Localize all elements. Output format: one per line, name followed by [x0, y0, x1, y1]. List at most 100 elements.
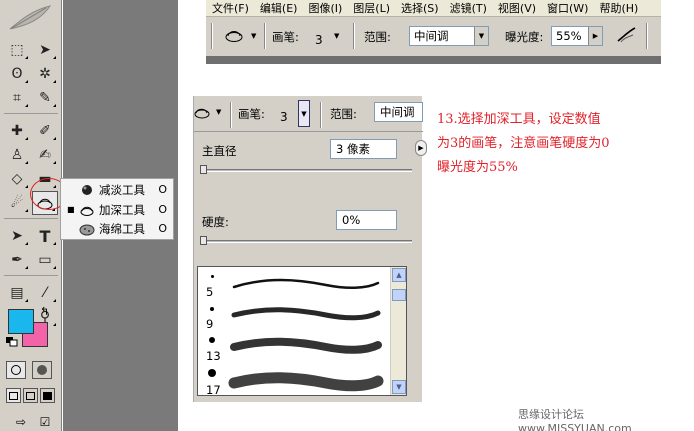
tool-preset-dropdown-icon[interactable]: ▼ [251, 32, 256, 40]
blur-tool-icon[interactable]: ☄ [4, 191, 30, 215]
hardness-slider-thumb[interactable] [200, 236, 207, 245]
menu-view[interactable]: 视图(V) [498, 0, 536, 16]
default-colors-icon[interactable] [6, 337, 18, 347]
scroll-thumb[interactable] [392, 289, 406, 301]
lasso-tool-icon[interactable]: ʘ [4, 62, 30, 86]
exposure-slider-button[interactable]: ▶ [588, 27, 602, 45]
path-selection-tool-icon[interactable]: ➤ [4, 224, 30, 248]
brush-tip-dot [211, 275, 214, 278]
pen-tool-icon[interactable]: ✒ [4, 248, 30, 272]
options-grip [211, 23, 213, 49]
magic-wand-tool-icon[interactable]: ✲ [32, 62, 58, 86]
brush-size-value: 3 [315, 33, 323, 47]
options-divider [230, 102, 232, 128]
annotation-line: 曝光度为55% [437, 160, 518, 175]
menu-layer[interactable]: 图层(L) [353, 0, 390, 16]
brush-tip-dot [208, 369, 216, 377]
hardness-slider-track[interactable] [202, 240, 412, 243]
range-dropdown-button[interactable]: ▼ [474, 27, 488, 45]
menu-edit[interactable]: 编辑(E) [260, 0, 298, 16]
tool-preset-burn-icon[interactable] [224, 27, 246, 43]
flyout-shortcut: O [158, 203, 167, 216]
brush-preset-row[interactable]: 5 [198, 269, 389, 301]
crop-tool-icon[interactable]: ⌗ [4, 86, 30, 110]
brush-picker-dropdown-button[interactable]: ▼ [298, 100, 310, 127]
menu-help[interactable]: 帮助(H) [599, 0, 638, 16]
flyout-item-burn[interactable]: ■ 加深工具 O [61, 200, 173, 219]
foreground-color-swatch[interactable] [8, 309, 34, 334]
brush-size-label: 17 [206, 383, 221, 396]
screen-mode-full-button[interactable] [40, 388, 55, 403]
eraser-tool-icon[interactable]: ◇ [4, 167, 30, 191]
diameter-slider-thumb[interactable] [200, 165, 207, 174]
menu-filter[interactable]: 滤镜(T) [450, 0, 487, 16]
brush-preset-list: 5 9 13 17 ▲ ▼ [197, 266, 407, 396]
hardness-field[interactable]: 0% [336, 210, 397, 230]
quick-mask-icon [37, 365, 47, 375]
master-diameter-field[interactable]: 3 像素 [330, 139, 397, 159]
diameter-slider-track[interactable] [202, 169, 412, 172]
brush-picker-dropdown-icon[interactable]: ▼ [334, 32, 339, 40]
burn-tool-icon [80, 206, 94, 216]
tool-options-bar: ▼ 画笔: 3 ▼ 范围: 中间调 ▼ 曝光度: 55% ▶ [206, 17, 661, 56]
master-diameter-value: 3 像素 [336, 142, 370, 156]
range-select[interactable]: 中间调 [374, 102, 423, 122]
flyout-shortcut: O [158, 183, 167, 196]
annotation-line: 13.选择加深工具，设定数值 [437, 112, 601, 127]
chevron-up-icon: ▲ [396, 271, 402, 279]
brush-list-scrollbar[interactable]: ▲ ▼ [390, 267, 406, 395]
triangle-right-icon: ▶ [418, 144, 424, 152]
jump-to-imageready-button[interactable]: ⇨ [10, 414, 32, 430]
selected-bullet-icon: ■ [67, 205, 75, 214]
scroll-down-button[interactable]: ▼ [392, 380, 406, 394]
healing-brush-tool-icon[interactable]: ✚ [4, 119, 30, 143]
flyout-item-label: 海绵工具 [99, 221, 145, 236]
notes-tool-icon[interactable]: ▤ [4, 281, 30, 305]
flyout-item-sponge[interactable]: 海绵工具 O [61, 219, 173, 238]
menu-select[interactable]: 选择(S) [401, 0, 439, 16]
chevron-down-icon: ▼ [396, 383, 402, 391]
range-select-value: 中间调 [380, 105, 415, 119]
options-divider [264, 23, 266, 49]
screen-mode-menu-button[interactable] [23, 388, 38, 403]
edit-in-imageready-button[interactable]: ☑ [36, 414, 54, 430]
airbrush-icon[interactable] [615, 25, 639, 45]
shape-tool-icon[interactable]: ▭ [32, 248, 58, 272]
standard-mode-button[interactable] [6, 361, 26, 379]
range-select[interactable]: 中间调 ▼ [409, 26, 489, 46]
brush-stroke-preview [230, 337, 382, 354]
brush-preset-row[interactable]: 17 [198, 365, 389, 396]
type-tool-icon[interactable]: T [32, 224, 58, 248]
hardness-label: 硬度: [202, 215, 229, 229]
brush-stroke-preview [228, 372, 384, 392]
swap-colors-icon[interactable]: ↰ [40, 305, 49, 318]
clone-stamp-tool-icon[interactable]: ♙ [4, 143, 30, 167]
eyedropper-tool-icon[interactable]: ⁄ [32, 281, 58, 305]
chevron-down-icon: ▼ [301, 109, 307, 118]
dodge-tool-icon [82, 184, 92, 195]
panel-menu-button[interactable]: ▶ [415, 140, 427, 156]
menu-window[interactable]: 窗口(W) [547, 0, 588, 16]
menu-file[interactable]: 文件(F) [212, 0, 249, 16]
brush-tool-icon[interactable]: ✐ [32, 119, 58, 143]
scroll-up-button[interactable]: ▲ [392, 268, 406, 282]
range-select-value: 中间调 [414, 29, 449, 43]
menu-image[interactable]: 图像(I) [308, 0, 342, 16]
move-tool-icon[interactable]: ➤ [32, 38, 58, 62]
photoshop-feather-logo [9, 5, 52, 30]
slice-tool-icon[interactable]: ✎ [32, 86, 58, 110]
brush-size-label: 5 [206, 285, 214, 299]
marquee-tool-icon[interactable]: ⬚ [4, 38, 30, 62]
screen-mode-icon [9, 391, 18, 400]
screen-mode-icon [43, 391, 52, 400]
site-watermark: 思缘设计论坛 www.MISSYUAN.com [518, 408, 632, 431]
brush-preset-row[interactable]: 9 [198, 301, 389, 333]
history-brush-tool-icon[interactable]: ✍ [32, 143, 58, 167]
tool-preset-dropdown-icon[interactable]: ▼ [216, 108, 221, 116]
flyout-item-dodge[interactable]: 减淡工具 O [61, 180, 173, 199]
quick-mask-mode-button[interactable] [32, 361, 52, 379]
brush-preset-row[interactable]: 13 [198, 333, 389, 365]
tool-preset-burn-icon[interactable] [194, 104, 214, 120]
screen-mode-standard-button[interactable] [6, 388, 21, 403]
exposure-field[interactable]: 55% ▶ [551, 26, 603, 46]
